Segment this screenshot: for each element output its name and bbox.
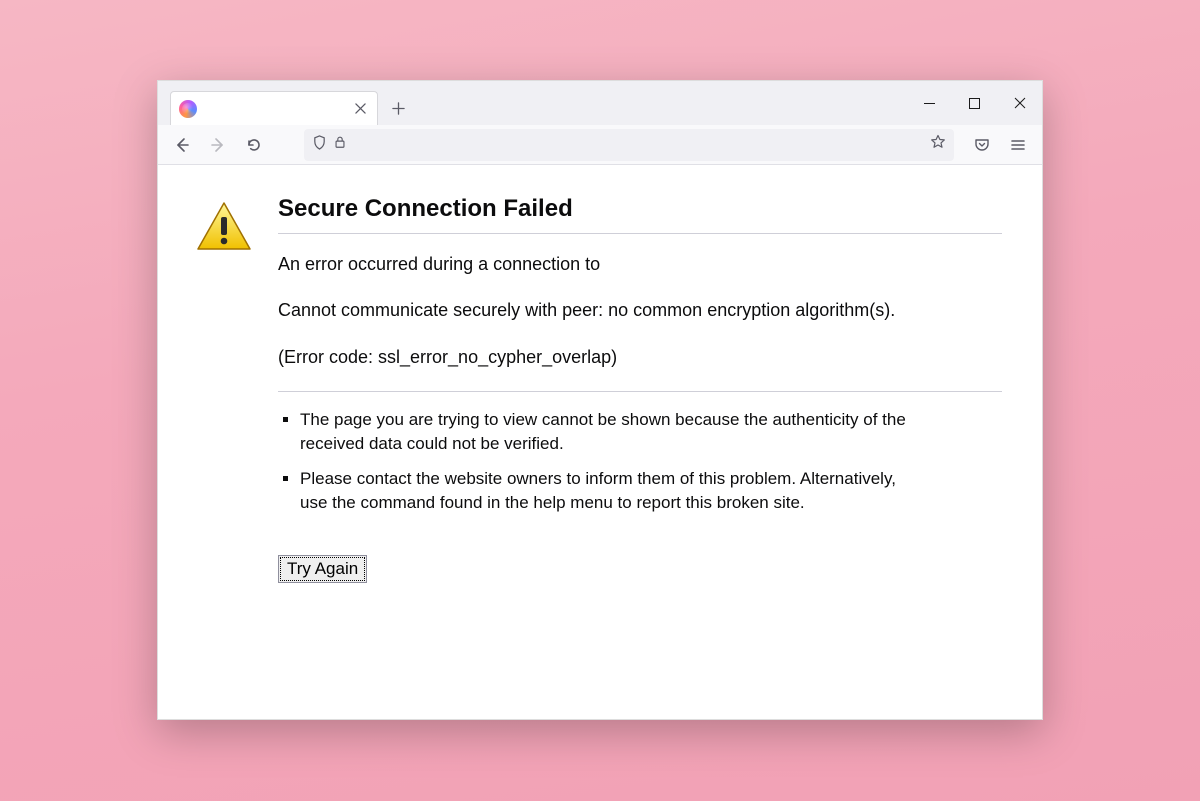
lock-icon[interactable] — [333, 135, 347, 154]
error-heading: Secure Connection Failed — [278, 195, 1002, 234]
page-content: Secure Connection Failed An error occurr… — [158, 165, 1042, 719]
back-button[interactable] — [166, 129, 198, 161]
app-menu-button[interactable] — [1002, 129, 1034, 161]
error-code: (Error code: ssl_error_no_cypher_overlap… — [278, 345, 1002, 369]
tab-close-button[interactable] — [351, 100, 369, 118]
error-line-2: Cannot communicate securely with peer: n… — [278, 298, 1002, 322]
minimize-button[interactable] — [907, 81, 952, 125]
tracking-shield-icon[interactable] — [312, 135, 327, 155]
firefox-favicon — [179, 100, 197, 118]
error-body: Secure Connection Failed An error occurr… — [278, 195, 1002, 583]
titlebar — [158, 81, 1042, 125]
browser-tab[interactable] — [170, 91, 378, 125]
try-again-button[interactable]: Try Again — [278, 555, 367, 583]
warning-icon — [196, 201, 252, 258]
new-tab-button[interactable] — [384, 94, 412, 122]
error-bullet: Please contact the website owners to inf… — [300, 467, 920, 515]
divider — [278, 391, 1002, 392]
bookmark-star-icon[interactable] — [930, 134, 946, 155]
url-bar[interactable] — [304, 129, 954, 161]
maximize-button[interactable] — [952, 81, 997, 125]
forward-button[interactable] — [202, 129, 234, 161]
error-bullet: The page you are trying to view cannot b… — [300, 408, 920, 456]
error-line-1: An error occurred during a connection to — [278, 252, 1002, 276]
pocket-button[interactable] — [966, 129, 998, 161]
reload-button[interactable] — [238, 129, 270, 161]
browser-window: Secure Connection Failed An error occurr… — [157, 80, 1043, 720]
window-controls — [907, 81, 1042, 125]
close-window-button[interactable] — [997, 81, 1042, 125]
error-bullet-list: The page you are trying to view cannot b… — [278, 408, 1002, 515]
navigation-toolbar — [158, 125, 1042, 165]
